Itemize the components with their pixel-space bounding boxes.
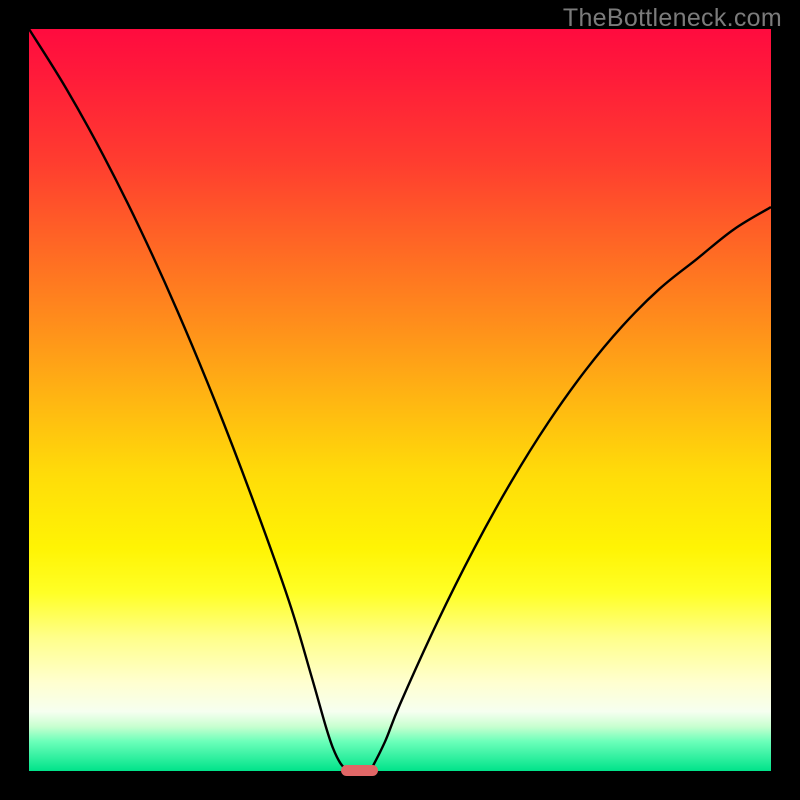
plot-area	[29, 29, 771, 771]
curve-right	[370, 207, 771, 771]
chart-frame: TheBottleneck.com	[0, 0, 800, 800]
bottleneck-marker	[341, 765, 378, 776]
watermark-text: TheBottleneck.com	[563, 4, 782, 33]
curves-svg	[29, 29, 771, 771]
curve-left	[29, 29, 348, 771]
